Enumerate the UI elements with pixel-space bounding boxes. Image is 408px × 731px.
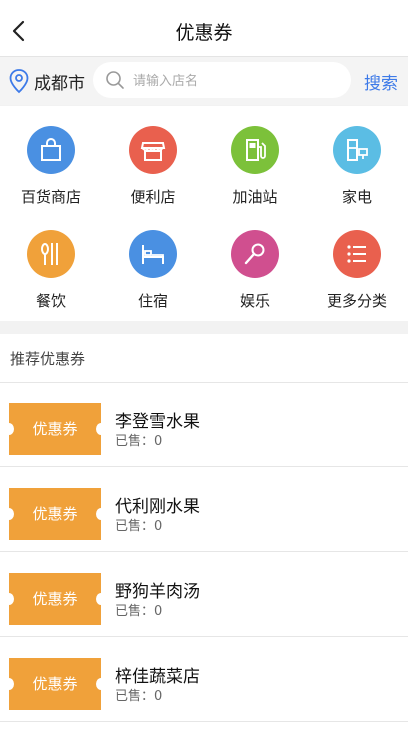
storefront-icon bbox=[129, 126, 177, 174]
category-entertainment[interactable]: 娱乐 bbox=[204, 210, 306, 310]
category-convenience-store[interactable]: 便利店 bbox=[102, 106, 204, 206]
category-label: 便利店 bbox=[130, 188, 176, 206]
category-label: 百货商店 bbox=[20, 188, 81, 206]
coupon-item[interactable]: 优惠券 梓佳蔬菜店 已售：0 bbox=[0, 638, 408, 722]
category-lodging[interactable]: 住宿 bbox=[102, 210, 204, 310]
coupon-badge-label: 优惠券 bbox=[32, 505, 78, 523]
sold-count: 已售：0 bbox=[115, 434, 163, 449]
coupon-badge-label: 优惠券 bbox=[32, 590, 78, 608]
recommended-coupons-section: 推荐优惠券 优惠券 李登雪水果 已售：0 优惠券 代利刚水果 已售：0 优惠券 … bbox=[0, 334, 408, 731]
sold-count: 已售：0 bbox=[115, 604, 163, 619]
coupon-item[interactable]: 优惠券 李登雪水果 已售：0 bbox=[0, 383, 408, 467]
category-label: 餐饮 bbox=[35, 292, 66, 310]
utensils-icon bbox=[27, 230, 75, 278]
coupon-ticket: 优惠券 bbox=[4, 488, 106, 540]
sold-count: 已售：0 bbox=[115, 689, 163, 704]
list-icon bbox=[333, 230, 381, 278]
location-pin-icon bbox=[9, 69, 29, 94]
coupon-ticket: 优惠券 bbox=[4, 658, 106, 710]
section-title: 推荐优惠券 bbox=[10, 350, 86, 368]
category-more[interactable]: 更多分类 bbox=[306, 210, 408, 310]
category-grid: 百货商店 便利店 加油站 家电 餐饮 住宿 娱乐 更多分类 bbox=[0, 106, 408, 321]
divider bbox=[0, 466, 408, 467]
category-label: 家电 bbox=[341, 188, 372, 206]
store-name: 代利刚水果 bbox=[115, 497, 200, 517]
city-label: 成都市 bbox=[34, 73, 85, 94]
category-label: 住宿 bbox=[137, 292, 168, 310]
category-label: 更多分类 bbox=[326, 292, 387, 310]
category-department-store[interactable]: 百货商店 bbox=[0, 106, 102, 206]
divider bbox=[0, 551, 408, 552]
search-bar: 成都市 搜索 bbox=[0, 57, 408, 105]
shopping-bag-icon bbox=[27, 126, 75, 174]
coupon-ticket: 优惠券 bbox=[4, 573, 106, 625]
coupon-badge-label: 优惠券 bbox=[32, 420, 78, 438]
coupon-item[interactable]: 优惠券 代利刚水果 已售：0 bbox=[0, 468, 408, 552]
microphone-icon bbox=[231, 230, 279, 278]
search-icon bbox=[106, 71, 124, 89]
search-box[interactable] bbox=[93, 62, 351, 98]
nav-bar: 优惠券 bbox=[0, 6, 408, 57]
divider bbox=[0, 636, 408, 637]
category-gas-station[interactable]: 加油站 bbox=[204, 106, 306, 206]
store-name: 野狗羊肉汤 bbox=[115, 582, 200, 602]
divider bbox=[0, 721, 408, 722]
coupon-item[interactable]: 优惠券 野狗羊肉汤 已售：0 bbox=[0, 553, 408, 637]
sold-count: 已售：0 bbox=[115, 519, 163, 534]
category-appliances[interactable]: 家电 bbox=[306, 106, 408, 206]
store-name: 梓佳蔬菜店 bbox=[115, 667, 200, 687]
store-name: 李登雪水果 bbox=[115, 412, 200, 432]
coupon-ticket: 优惠券 bbox=[4, 403, 106, 455]
search-button[interactable]: 搜索 bbox=[364, 69, 398, 94]
coupon-badge-label: 优惠券 bbox=[32, 675, 78, 693]
page-title: 优惠券 bbox=[175, 22, 233, 44]
city-selector[interactable]: 成都市 bbox=[8, 68, 85, 94]
gas-pump-icon bbox=[231, 126, 279, 174]
search-input[interactable] bbox=[131, 68, 335, 94]
appliance-icon bbox=[333, 126, 381, 174]
category-dining[interactable]: 餐饮 bbox=[0, 210, 102, 310]
category-label: 娱乐 bbox=[239, 292, 270, 310]
bed-icon bbox=[129, 230, 177, 278]
category-label: 加油站 bbox=[232, 188, 278, 206]
